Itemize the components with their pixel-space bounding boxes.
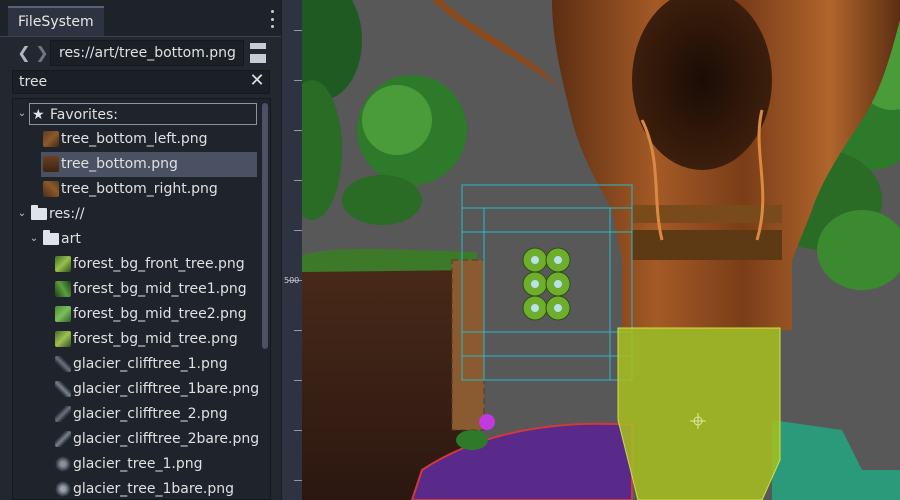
favorites-header[interactable]: ★ Favorites: — [29, 103, 257, 125]
list-item[interactable]: glacier_tree_1.png — [53, 452, 257, 477]
file-name: glacier_clifftree_1.png — [73, 356, 228, 372]
file-name: tree_bottom.png — [61, 156, 178, 172]
forward-arrow-icon[interactable]: ❯ — [34, 42, 50, 64]
dock-menu-icon[interactable] — [269, 10, 275, 28]
clear-search-icon[interactable]: ✕ — [248, 70, 266, 94]
dock-tabbar: FileSystem — [0, 0, 281, 37]
folder-name: res:// — [49, 206, 85, 222]
scene-canvas — [302, 0, 900, 500]
file-name: glacier_tree_1bare.png — [73, 481, 235, 497]
folder-name: art — [61, 231, 81, 247]
list-item-selected[interactable]: tree_bottom.png — [41, 152, 257, 177]
file-name: glacier_clifftree_1bare.png — [73, 381, 260, 397]
split-view-icon[interactable] — [250, 43, 266, 63]
filesystem-dock: FileSystem ❮ ❯ res://art/tree_bottom.png… — [0, 0, 282, 500]
file-name: glacier_tree_1.png — [73, 456, 203, 472]
list-item[interactable]: glacier_clifftree_2bare.png — [53, 427, 260, 452]
search-input[interactable]: tree — [12, 70, 270, 94]
list-item[interactable]: glacier_clifftree_1bare.png — [53, 377, 260, 402]
star-icon: ★ — [32, 107, 45, 123]
image-thumbnail-icon — [55, 281, 71, 297]
file-name: forest_bg_mid_tree2.png — [73, 306, 247, 322]
file-name: forest_bg_mid_tree1.png — [73, 281, 247, 297]
image-thumbnail-icon — [43, 131, 59, 147]
image-thumbnail-icon — [43, 156, 59, 172]
collapse-arrow-icon[interactable]: ⌄ — [29, 234, 39, 244]
file-name: glacier_clifftree_2bare.png — [73, 431, 260, 447]
file-name: forest_bg_front_tree.png — [73, 256, 245, 272]
image-thumbnail-icon — [55, 431, 71, 447]
list-item[interactable]: forest_bg_front_tree.png — [53, 252, 257, 277]
path-field[interactable]: res://art/tree_bottom.png — [50, 40, 244, 66]
image-thumbnail-icon — [55, 256, 71, 272]
image-thumbnail-icon — [55, 456, 71, 472]
list-item[interactable]: tree_bottom_left.png — [41, 127, 259, 152]
image-thumbnail-icon — [55, 331, 71, 347]
collapse-arrow-icon[interactable]: ⌄ — [17, 109, 27, 119]
image-thumbnail-icon — [55, 381, 71, 397]
selected-tile-region — [617, 327, 781, 500]
file-name: forest_bg_mid_tree.png — [73, 331, 238, 347]
image-thumbnail-icon — [43, 181, 59, 197]
list-item[interactable]: forest_bg_mid_tree1.png — [53, 277, 257, 302]
search-row: tree ✕ — [12, 70, 270, 94]
list-item[interactable]: tree_bottom_right.png — [41, 177, 259, 202]
image-thumbnail-icon — [55, 306, 71, 322]
path-navigation: ❮ ❯ res://art/tree_bottom.png — [0, 40, 281, 66]
collectible-orbs — [522, 247, 571, 321]
folder-icon — [31, 205, 47, 220]
ruler-label: 500 — [284, 276, 300, 285]
tree-item-art[interactable]: art — [41, 227, 257, 252]
list-item[interactable]: glacier_clifftree_2.png — [53, 402, 257, 427]
vertical-ruler: 500 — [282, 0, 303, 500]
tree-item-root[interactable]: res:// — [29, 202, 257, 227]
file-name: tree_bottom_left.png — [61, 131, 208, 147]
collapse-arrow-icon[interactable]: ⌄ — [17, 209, 27, 219]
image-thumbnail-icon — [55, 356, 71, 372]
favorites-label: Favorites: — [50, 107, 118, 123]
list-item[interactable]: forest_bg_mid_tree2.png — [53, 302, 257, 327]
file-tree: ⌄ ★ Favorites: tree_bottom_left.png tree… — [12, 98, 271, 500]
scene-viewport[interactable]: 500 — [282, 0, 900, 500]
file-name: tree_bottom_right.png — [61, 181, 218, 197]
tab-filesystem[interactable]: FileSystem — [8, 6, 104, 36]
list-item[interactable]: glacier_clifftree_1.png — [53, 352, 257, 377]
image-thumbnail-icon — [55, 481, 71, 497]
back-arrow-icon[interactable]: ❮ — [16, 42, 32, 64]
tree-scrollbar[interactable] — [262, 103, 268, 349]
folder-icon — [43, 230, 59, 245]
list-item[interactable]: glacier_tree_1bare.png — [53, 477, 257, 499]
image-thumbnail-icon — [55, 406, 71, 422]
file-name: glacier_clifftree_2.png — [73, 406, 228, 422]
list-item[interactable]: forest_bg_mid_tree.png — [53, 327, 257, 352]
